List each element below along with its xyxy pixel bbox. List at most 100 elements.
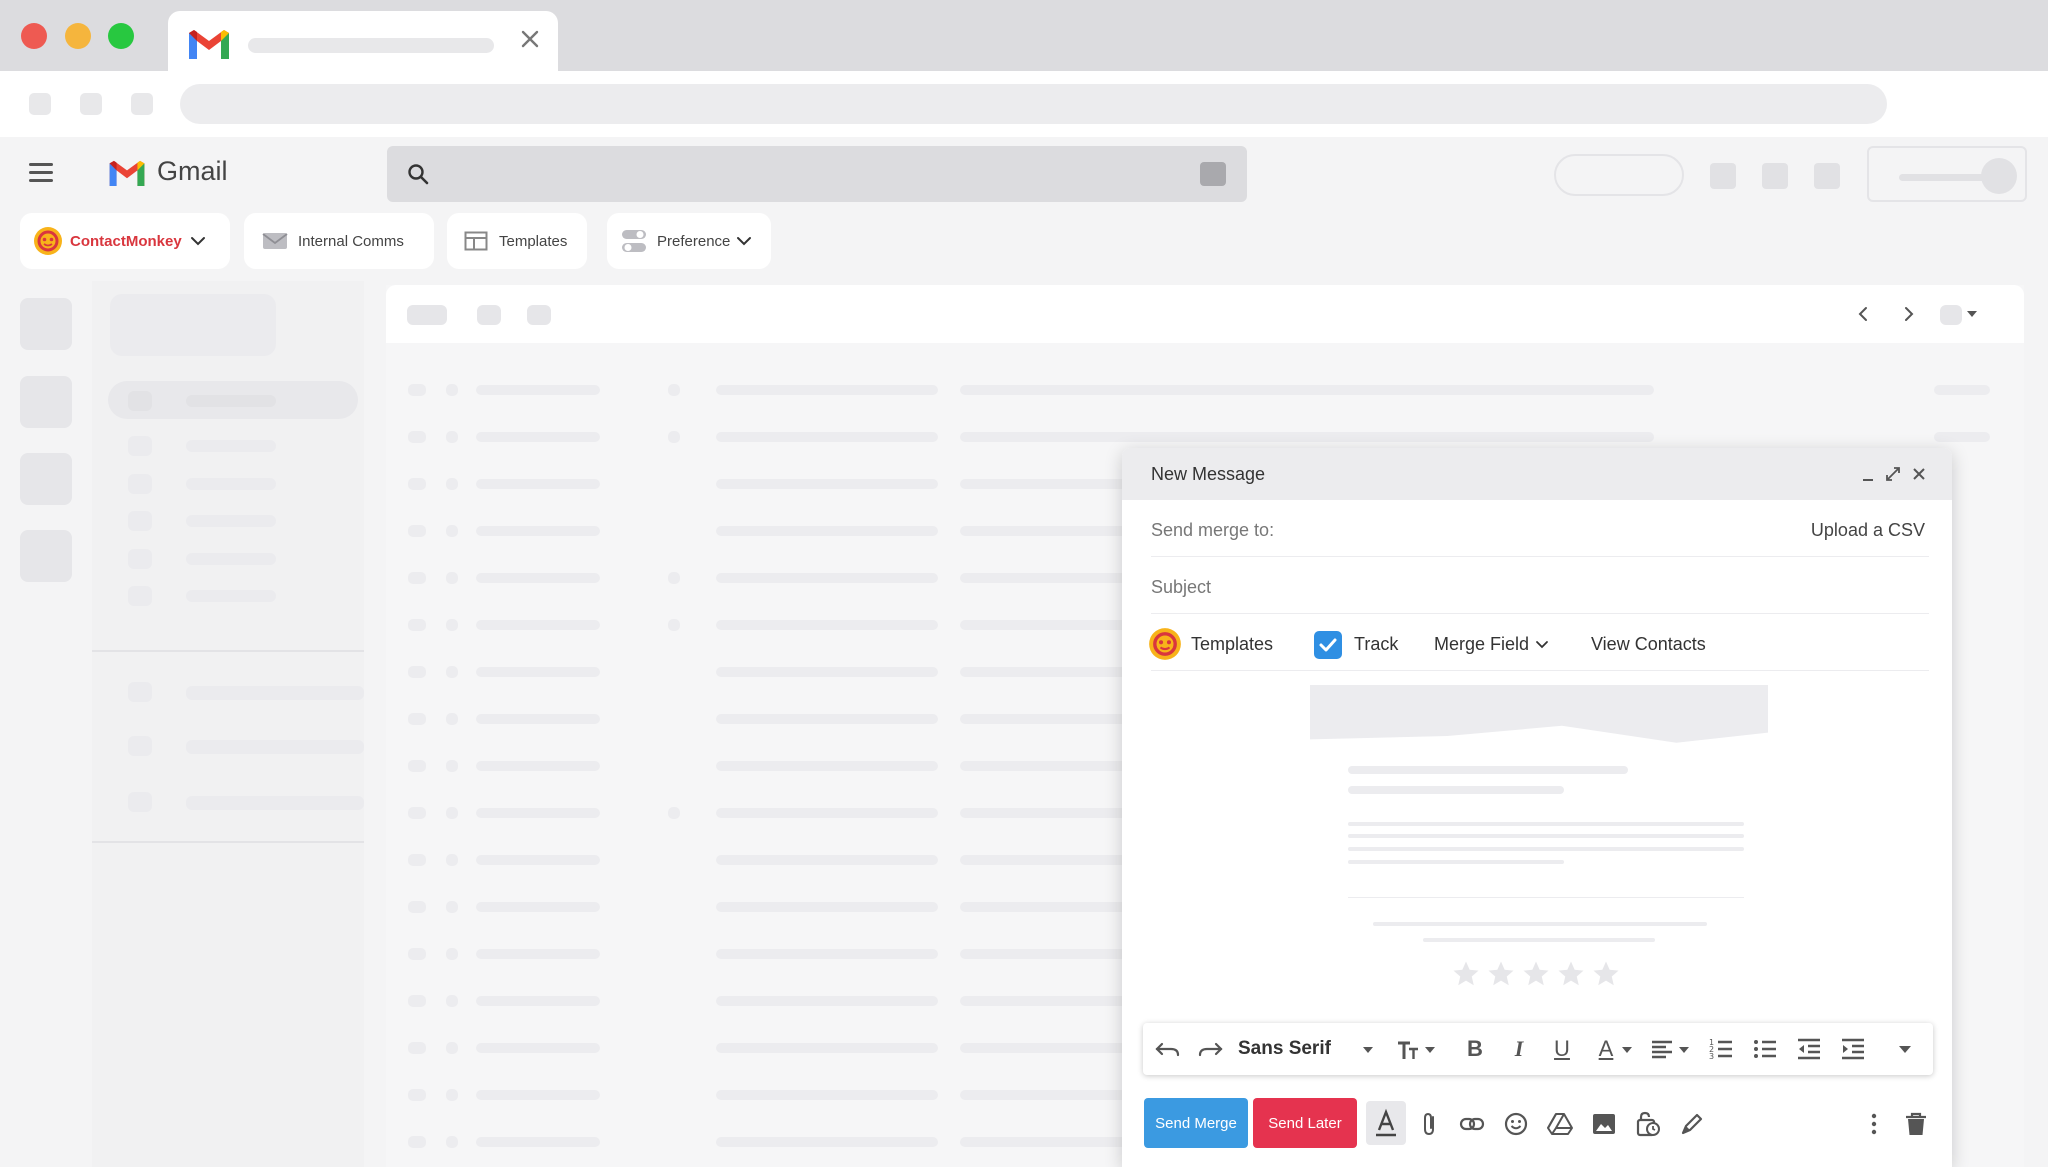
- merge-field-dropdown[interactable]: Merge Field: [1434, 634, 1549, 655]
- support-icon[interactable]: [1710, 163, 1736, 189]
- link-icon[interactable]: [1458, 1110, 1486, 1138]
- more-formatting-icon[interactable]: [1898, 1045, 1912, 1054]
- folder-item[interactable]: [186, 590, 276, 602]
- row-placeholder: [408, 619, 426, 631]
- indent-less-icon[interactable]: [1795, 1035, 1823, 1063]
- row-placeholder: [716, 620, 938, 630]
- align-icon[interactable]: [1649, 1035, 1675, 1063]
- caret-down-icon[interactable]: [1362, 1046, 1374, 1054]
- folder-icon: [128, 436, 152, 456]
- send-merge-to-field[interactable]: Send merge to: Upload a CSV: [1151, 500, 1929, 557]
- formatting-options-button[interactable]: [1366, 1101, 1406, 1145]
- confidential-mode-icon[interactable]: [1634, 1110, 1662, 1138]
- window-minimize-button[interactable]: [65, 23, 91, 49]
- contactmonkey-menu-button[interactable]: ContactMonkey: [20, 213, 230, 269]
- undo-icon[interactable]: [1153, 1035, 1183, 1063]
- drive-icon[interactable]: [1546, 1110, 1574, 1138]
- row-placeholder: [446, 807, 458, 819]
- label-item[interactable]: [186, 686, 364, 700]
- account-switcher[interactable]: [1867, 146, 2027, 202]
- refresh-icon[interactable]: [477, 305, 501, 325]
- row-placeholder: [408, 901, 426, 913]
- rail-item-mail[interactable]: [20, 298, 72, 350]
- browser-tab[interactable]: [168, 11, 558, 73]
- internal-comms-button[interactable]: Internal Comms: [244, 213, 434, 269]
- track-checkbox[interactable]: [1314, 631, 1342, 659]
- close-icon[interactable]: [1911, 466, 1927, 482]
- folder-item[interactable]: [186, 478, 276, 490]
- caret-down-icon[interactable]: [1966, 310, 1978, 318]
- label-item[interactable]: [186, 740, 364, 754]
- preference-menu-button[interactable]: Preference: [607, 213, 771, 269]
- row-placeholder: [408, 572, 426, 584]
- window-close-button[interactable]: [21, 23, 47, 49]
- numbered-list-icon[interactable]: 1 2 3: [1707, 1035, 1735, 1063]
- expand-icon[interactable]: [1885, 466, 1901, 482]
- view-contacts-button[interactable]: View Contacts: [1591, 634, 1706, 655]
- compose-templates-button[interactable]: Templates: [1191, 634, 1273, 655]
- gmail-header: Gmail: [0, 137, 2048, 209]
- attach-icon[interactable]: [1416, 1110, 1444, 1138]
- chevron-left-icon[interactable]: [1856, 305, 1870, 323]
- signature-pen-icon[interactable]: [1678, 1110, 1706, 1138]
- apps-icon[interactable]: [1814, 163, 1840, 189]
- bold-icon[interactable]: B: [1463, 1035, 1487, 1063]
- folder-item[interactable]: [186, 515, 276, 527]
- rail-item-chat[interactable]: [20, 376, 72, 428]
- font-family-select[interactable]: Sans Serif: [1238, 1035, 1368, 1063]
- window-maximize-button[interactable]: [108, 23, 134, 49]
- emoji-icon[interactable]: [1502, 1110, 1530, 1138]
- reload-button[interactable]: [131, 93, 153, 115]
- italic-icon[interactable]: I: [1507, 1035, 1531, 1063]
- label-item[interactable]: [186, 796, 364, 810]
- discard-draft-icon[interactable]: [1902, 1110, 1930, 1138]
- header-status-pill[interactable]: [1554, 154, 1684, 196]
- checkmark-icon: [1319, 638, 1337, 652]
- row-placeholder: [960, 385, 1654, 395]
- back-button[interactable]: [29, 93, 51, 115]
- main-menu-icon[interactable]: [29, 163, 53, 183]
- table-row[interactable]: [386, 371, 2024, 411]
- caret-down-icon[interactable]: [1678, 1046, 1690, 1054]
- redo-icon[interactable]: [1195, 1035, 1225, 1063]
- rail-item-spaces[interactable]: [20, 453, 72, 505]
- preview-rating: [1451, 959, 1631, 991]
- settings-icon[interactable]: [1762, 163, 1788, 189]
- bulleted-list-icon[interactable]: [1751, 1035, 1779, 1063]
- font-size-icon[interactable]: [1394, 1035, 1422, 1063]
- url-bar[interactable]: [180, 84, 1887, 124]
- subject-label: Subject: [1151, 577, 1212, 597]
- underline-icon[interactable]: U: [1550, 1035, 1574, 1063]
- caret-down-icon[interactable]: [1424, 1046, 1436, 1054]
- star-icon: [1453, 961, 1479, 986]
- row-placeholder: [960, 432, 1654, 442]
- search-input[interactable]: [387, 146, 1247, 202]
- row-placeholder: [476, 855, 600, 865]
- rail-item-meet[interactable]: [20, 530, 72, 582]
- forward-button[interactable]: [80, 93, 102, 115]
- compose-button[interactable]: [110, 294, 276, 356]
- send-later-button[interactable]: Send Later: [1253, 1098, 1357, 1148]
- folder-item[interactable]: [186, 440, 276, 452]
- tab-close-icon[interactable]: [518, 27, 542, 51]
- compose-header[interactable]: New Message: [1122, 448, 1952, 500]
- text-color-icon[interactable]: A: [1593, 1035, 1619, 1063]
- search-options-icon[interactable]: [1200, 162, 1226, 186]
- chevron-right-icon[interactable]: [1902, 305, 1916, 323]
- send-merge-button[interactable]: Send Merge: [1144, 1098, 1248, 1148]
- row-placeholder: [476, 902, 600, 912]
- folder-item[interactable]: [186, 553, 276, 565]
- upload-csv-link[interactable]: Upload a CSV: [1811, 520, 1925, 541]
- subject-field[interactable]: Subject: [1151, 557, 1929, 614]
- divider: [92, 841, 364, 843]
- more-actions-icon[interactable]: [527, 305, 551, 325]
- input-tools-icon[interactable]: [1940, 305, 1962, 325]
- templates-button[interactable]: Templates: [447, 213, 587, 269]
- select-all-checkbox[interactable]: [407, 305, 447, 325]
- indent-more-icon[interactable]: [1839, 1035, 1867, 1063]
- caret-down-icon[interactable]: [1621, 1046, 1633, 1054]
- more-options-icon[interactable]: [1860, 1110, 1888, 1138]
- minimize-icon[interactable]: [1861, 468, 1875, 482]
- avatar[interactable]: [1981, 158, 2017, 194]
- insert-photo-icon[interactable]: [1590, 1110, 1618, 1138]
